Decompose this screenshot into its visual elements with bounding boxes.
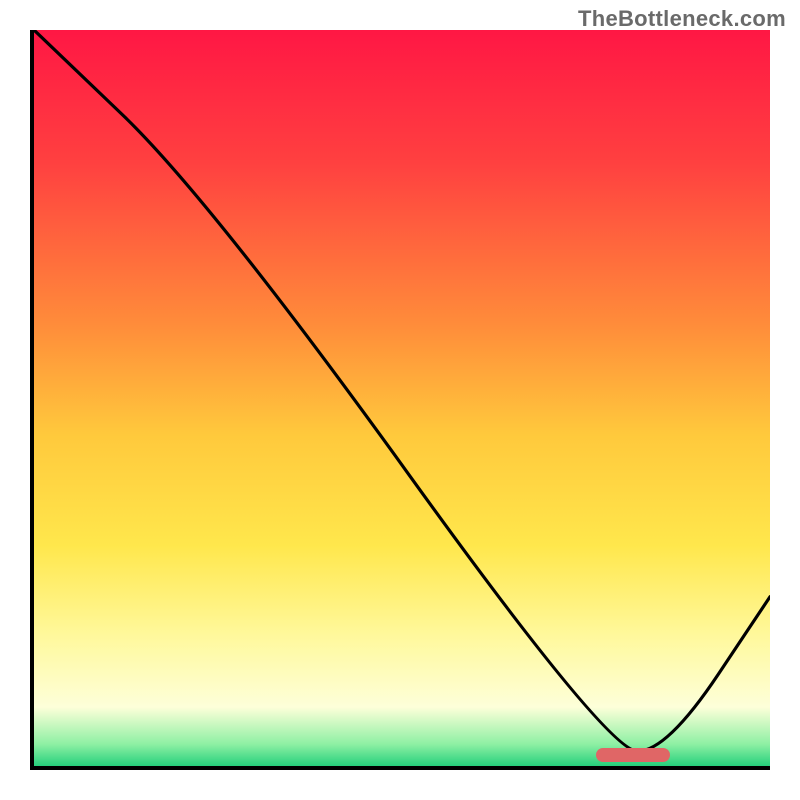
bottleneck-chart: TheBottleneck.com	[0, 0, 800, 800]
optimal-range-marker	[596, 748, 670, 762]
bottleneck-curve	[34, 30, 770, 766]
plot-area	[30, 30, 770, 770]
watermark-text: TheBottleneck.com	[578, 6, 786, 32]
